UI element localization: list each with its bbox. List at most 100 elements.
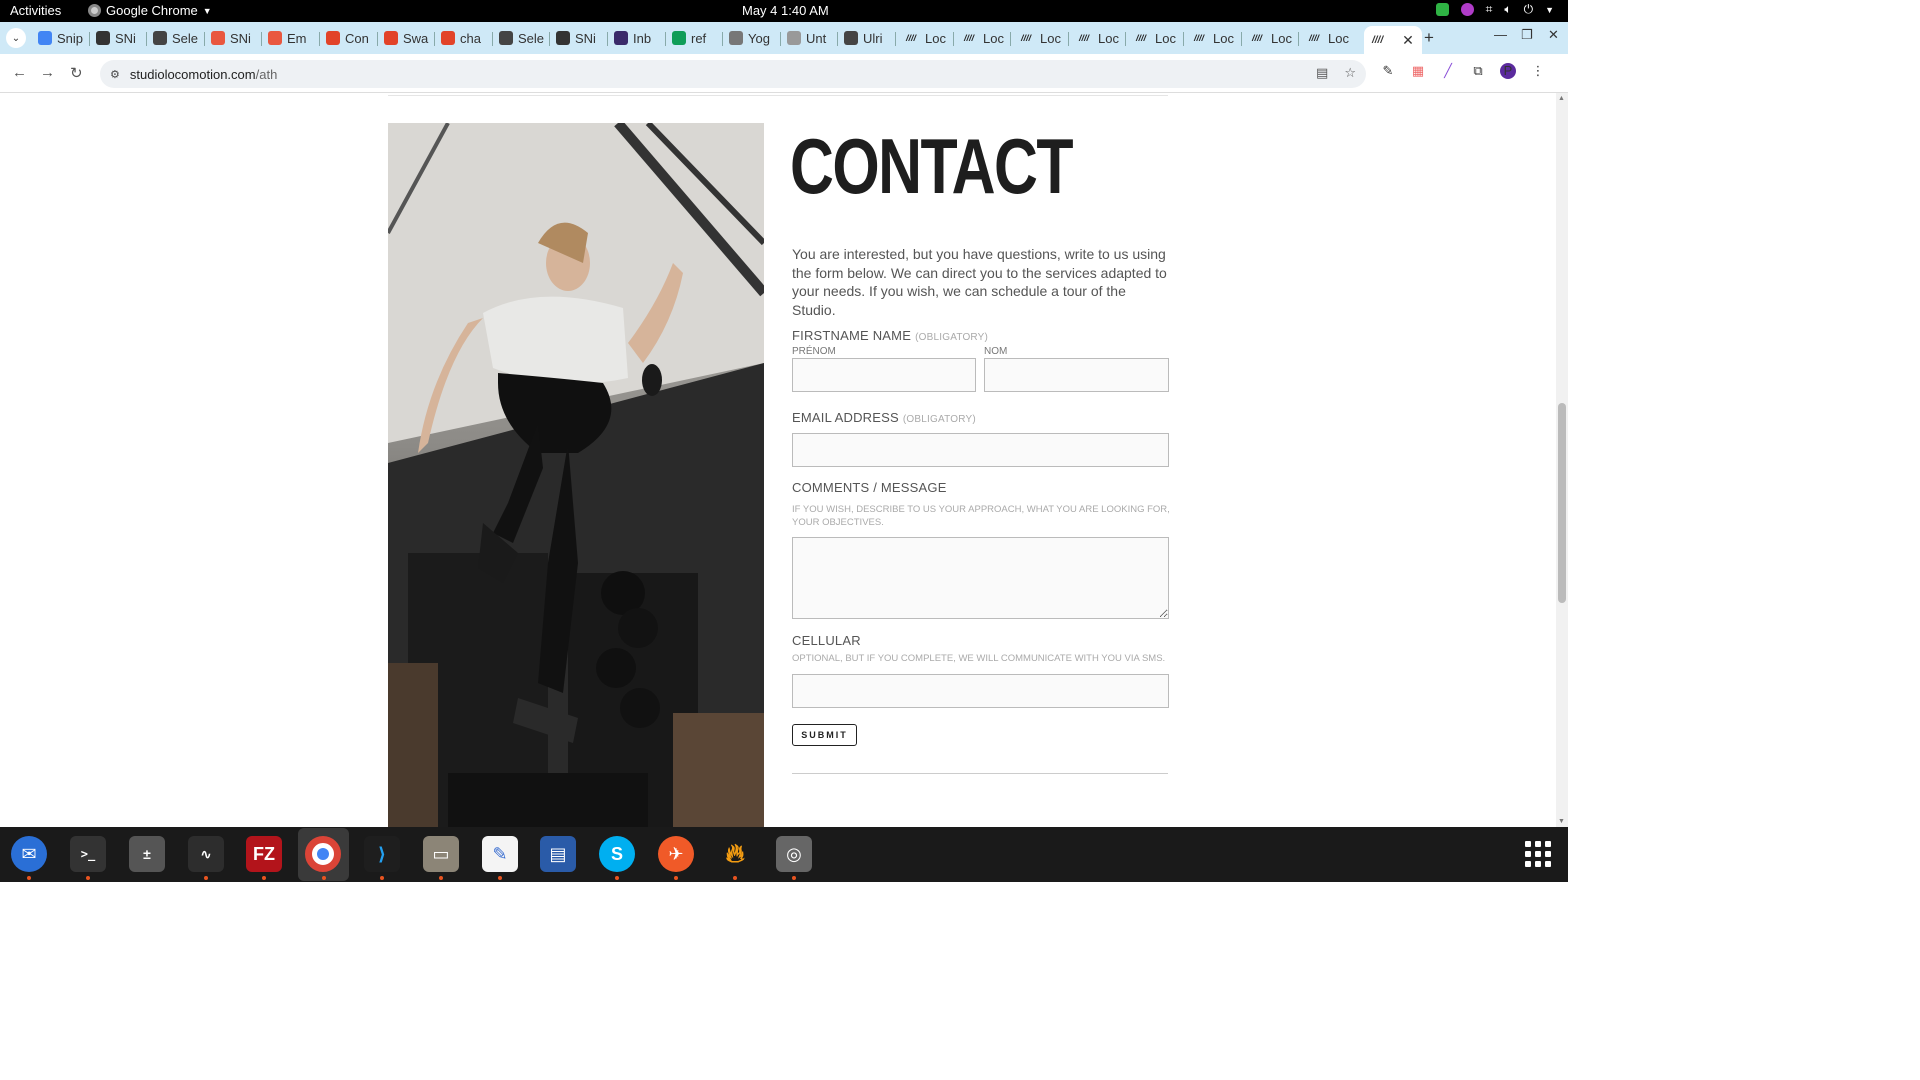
chrome-icon[interactable] (305, 836, 341, 880)
tab-separator (1183, 32, 1184, 46)
tab[interactable]: ref (668, 26, 706, 50)
lastname-sublabel: NOM (984, 346, 1008, 357)
minimize-icon[interactable]: — (1494, 27, 1507, 42)
eyedropper-extension-icon[interactable]: ✎ (1380, 63, 1396, 79)
email-input[interactable] (792, 433, 1169, 467)
comments-hint: IF YOU WISH, DESCRIBE TO US YOUR APPROAC… (792, 504, 1170, 528)
tab[interactable]: //// Loc (1013, 26, 1061, 50)
message-textarea[interactable] (792, 537, 1169, 619)
calendar-extension-icon[interactable]: ▦ (1410, 63, 1426, 79)
tab[interactable]: //// Loc (1071, 26, 1119, 50)
tab[interactable]: SNi (207, 26, 251, 50)
thunderbird-icon[interactable]: ✉ (11, 836, 47, 880)
tab[interactable]: //// Loc (1301, 26, 1349, 50)
omnibox-actions: ▤ ☆ (1316, 65, 1356, 81)
extensions-puzzle-icon[interactable]: ⧉ (1470, 63, 1486, 79)
submit-button[interactable]: SUBMIT (792, 724, 857, 746)
tab[interactable]: //// Loc (1128, 26, 1176, 50)
profile-avatar[interactable]: P (1500, 63, 1516, 79)
writer-icon[interactable]: ▤ (540, 836, 576, 872)
tab[interactable]: Swa (380, 26, 428, 50)
cellular-input[interactable] (792, 674, 1169, 708)
kebab-menu-icon[interactable]: ⋮ (1530, 63, 1546, 79)
restore-icon[interactable]: ❐ (1521, 27, 1533, 43)
tab[interactable]: SNi (552, 26, 596, 50)
tab-search-icon[interactable]: ⌄ (6, 28, 26, 48)
firebird-icon[interactable]: 🔥︎ (717, 836, 753, 880)
tab-separator (89, 32, 90, 46)
tab-label: Inb (633, 30, 652, 46)
skype-icon[interactable]: S (599, 836, 635, 880)
tab-label: SNi (575, 30, 596, 46)
scroll-down-icon[interactable]: ▼ (1558, 818, 1565, 825)
tab[interactable]: cha (437, 26, 481, 50)
network-icon[interactable]: ⌗ (1486, 2, 1493, 17)
update-icon[interactable] (1435, 3, 1449, 16)
url-domain: studiolocomotion.com (129, 66, 256, 82)
tab[interactable]: Inb (610, 26, 651, 50)
lastname-input[interactable] (984, 358, 1169, 392)
tab[interactable]: Con (322, 26, 369, 50)
tab[interactable]: Sele (149, 26, 198, 50)
tab[interactable]: //// Loc (1186, 26, 1234, 50)
vscode-icon[interactable]: ⟩ (364, 836, 400, 880)
clock[interactable]: May 4 1:40 AM (742, 3, 829, 18)
scrollbar-thumb[interactable] (1558, 403, 1566, 603)
system-tray[interactable]: ⌗ 🔈︎ ⏻ ▼ (1435, 2, 1554, 17)
calculator-icon[interactable]: ± (129, 836, 165, 872)
intro-text: You are interested, but you have questio… (792, 246, 1167, 318)
app-menu[interactable]: Google Chrome ▼ (88, 3, 212, 18)
tab-active[interactable]: //// ✕ (1364, 26, 1422, 54)
files-icon[interactable]: ▭ (423, 836, 459, 880)
tab[interactable]: Em (264, 26, 307, 50)
url-path: /ath (255, 66, 278, 82)
tab-label: Swa (403, 30, 429, 46)
mail-icon (268, 31, 282, 45)
reload-icon[interactable]: ↻ (70, 64, 83, 82)
text-editor-icon[interactable]: ✎ (482, 836, 518, 880)
back-icon[interactable]: ← (12, 64, 27, 81)
show-apps-icon[interactable] (1525, 841, 1551, 867)
address-bar[interactable]: ⚙ studiolocomotion.com/ath ▤ ☆ (100, 60, 1366, 88)
translate-icon[interactable]: ▤ (1316, 65, 1328, 81)
tab-label: Loc (983, 30, 1004, 46)
scroll-up-icon[interactable]: ▲ (1558, 95, 1565, 102)
system-monitor-icon[interactable]: ∿ (188, 836, 224, 880)
disk-icon[interactable]: ◎ (776, 836, 812, 880)
tab[interactable]: //// Loc (956, 26, 1004, 50)
activities-button[interactable]: Activities (10, 3, 61, 18)
page-scrollbar[interactable]: ▲ ▼ (1556, 93, 1568, 827)
firstname-input[interactable] (792, 358, 976, 392)
tab[interactable]: SNi (92, 26, 136, 50)
power-icon[interactable]: ⏻ (1524, 2, 1534, 17)
terminal-icon[interactable]: >_ (70, 836, 106, 880)
site-info-icon[interactable]: ⚙ (110, 68, 120, 81)
pen-extension-icon[interactable]: ╱ (1440, 63, 1456, 79)
chrome-icon (88, 4, 101, 17)
tab-label: Loc (1155, 30, 1176, 46)
tab-separator (1010, 32, 1011, 46)
new-tab-button[interactable]: + (1424, 28, 1434, 48)
tab[interactable]: Snip (34, 26, 83, 50)
tab[interactable]: Yog (725, 26, 770, 50)
tab-label: Em (287, 30, 307, 46)
bookmark-star-icon[interactable]: ☆ (1344, 65, 1356, 81)
forward-icon[interactable]: → (40, 64, 55, 81)
tab-separator (953, 32, 954, 46)
email-label: EMAIL ADDRESS (OBLIGATORY) (792, 410, 976, 425)
tab[interactable]: //// Loc (1244, 26, 1292, 50)
tab[interactable]: Ulri (840, 26, 883, 50)
filezilla-icon[interactable]: FZ (246, 836, 282, 880)
tab-label: Unt (806, 30, 827, 46)
url-text[interactable]: studiolocomotion.com/ath (130, 67, 277, 82)
tab[interactable]: Unt (783, 26, 826, 50)
extension-tray-icon[interactable] (1460, 3, 1474, 16)
tab[interactable]: Sele (495, 26, 544, 50)
close-window-icon[interactable]: ✕ (1548, 27, 1559, 43)
tab-separator (1125, 32, 1126, 46)
close-icon[interactable]: ✕ (1402, 32, 1414, 49)
tab[interactable]: //// Loc (898, 26, 946, 50)
postman-icon[interactable]: ✈ (658, 836, 694, 880)
volume-icon[interactable]: 🔈︎ (1504, 2, 1511, 17)
chevron-down-icon[interactable]: ▼ (1545, 5, 1554, 15)
